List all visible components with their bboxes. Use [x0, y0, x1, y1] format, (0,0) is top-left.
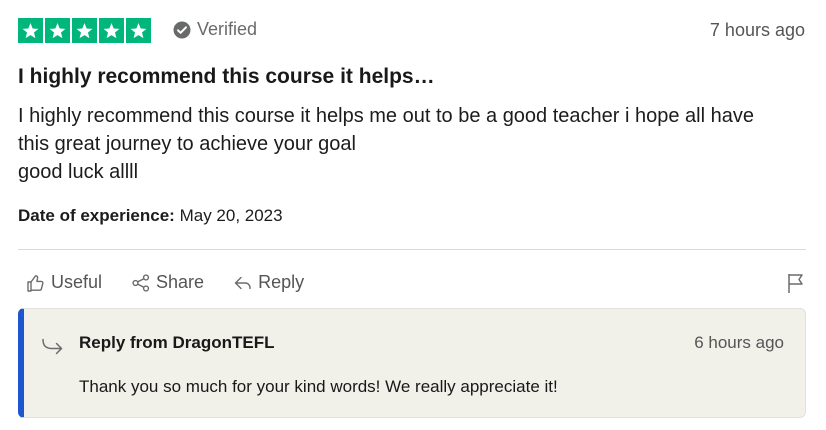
useful-button[interactable]: Useful	[26, 272, 102, 293]
flag-icon	[788, 274, 803, 293]
reply-text: Thank you so much for your kind words! W…	[79, 377, 558, 396]
report-button[interactable]	[786, 272, 806, 294]
thumbs-up-icon	[27, 274, 44, 292]
useful-label: Useful	[51, 272, 103, 292]
reply-author: Reply from DragonTEFL	[79, 333, 275, 352]
star-icon	[18, 18, 43, 43]
reply-timestamp: 6 hours ago	[694, 333, 784, 352]
company-reply: Reply from DragonTEFL 6 hours ago Thank …	[18, 308, 806, 418]
review-body: I highly recommend this course it helps …	[18, 102, 808, 186]
star-icon	[126, 18, 151, 43]
check-circle-icon	[173, 21, 191, 38]
divider	[18, 249, 806, 250]
reply-button[interactable]: Reply	[233, 272, 304, 293]
review-body-line: good luck allll	[18, 161, 139, 183]
share-icon	[132, 273, 150, 292]
share-label: Share	[156, 272, 205, 292]
star-rating	[18, 18, 151, 43]
star-icon	[45, 18, 70, 43]
date-of-experience: Date of experience: May 20, 2023	[18, 206, 283, 226]
reply-arrow-icon	[41, 336, 65, 356]
review-body-line: I highly recommend this course it helps …	[18, 105, 754, 127]
review-actions: Useful Share Reply	[26, 272, 333, 293]
star-icon	[72, 18, 97, 43]
review-timestamp: 7 hours ago	[709, 20, 805, 40]
reply-label: Reply	[258, 272, 305, 292]
verified-badge[interactable]: Verified	[173, 19, 257, 40]
share-button[interactable]: Share	[131, 272, 204, 293]
verified-label: Verified	[197, 19, 258, 39]
experience-label: Date of experience:	[18, 206, 175, 225]
experience-date: May 20, 2023	[179, 206, 283, 225]
reply-arrow-icon	[234, 276, 251, 289]
review-title[interactable]: I highly recommend this course it helps…	[18, 65, 435, 89]
star-icon	[99, 18, 124, 43]
review-body-line: this great journey to achieve your goal	[18, 133, 356, 155]
